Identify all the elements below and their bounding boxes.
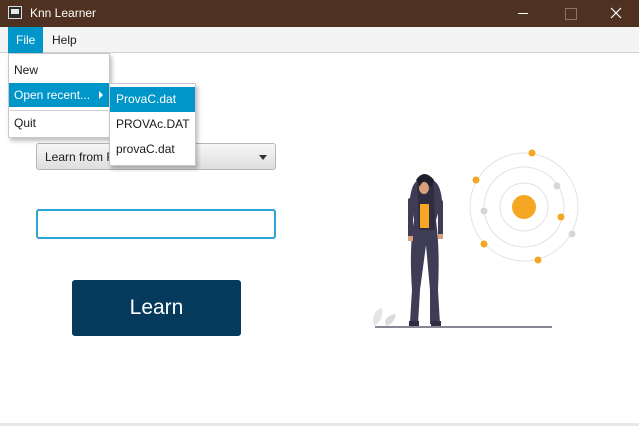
chevron-right-icon bbox=[99, 91, 103, 99]
person-with-orbit-illustration bbox=[373, 149, 579, 328]
recent-files-submenu: ProvaC.dat PROVAc.DAT provaC.dat bbox=[109, 83, 196, 166]
recent-file-item[interactable]: PROVAc.DAT bbox=[110, 112, 195, 137]
menu-bar: File Help bbox=[0, 27, 639, 53]
plant-icon bbox=[373, 308, 396, 326]
woman-figure bbox=[408, 174, 443, 326]
file-menu-dropdown: New Open recent... Quit bbox=[8, 53, 110, 138]
recent-file-item[interactable]: ProvaC.dat bbox=[110, 87, 195, 112]
chevron-down-icon bbox=[259, 155, 267, 160]
title-bar: Knn Learner bbox=[0, 0, 639, 27]
close-icon bbox=[610, 7, 622, 19]
learn-button[interactable]: Learn bbox=[72, 280, 241, 336]
menu-item-open-recent[interactable]: Open recent... bbox=[9, 83, 109, 107]
menu-help[interactable]: Help bbox=[44, 27, 85, 53]
minimize-button[interactable] bbox=[500, 0, 546, 27]
menu-item-quit[interactable]: Quit bbox=[9, 111, 109, 135]
menu-file[interactable]: File bbox=[8, 27, 44, 53]
menu-item-open-recent-label: Open recent... bbox=[14, 88, 91, 102]
learn-mode-select-value: Learn from F bbox=[45, 150, 114, 164]
name-input[interactable] bbox=[36, 209, 276, 239]
maximize-button[interactable] bbox=[547, 0, 593, 27]
window-title: Knn Learner bbox=[30, 6, 97, 20]
app-icon bbox=[8, 6, 22, 19]
close-button[interactable] bbox=[593, 0, 639, 27]
orbit-graphic bbox=[469, 149, 579, 264]
menu-item-new[interactable]: New bbox=[9, 58, 109, 82]
recent-file-item[interactable]: provaC.dat bbox=[110, 137, 195, 162]
